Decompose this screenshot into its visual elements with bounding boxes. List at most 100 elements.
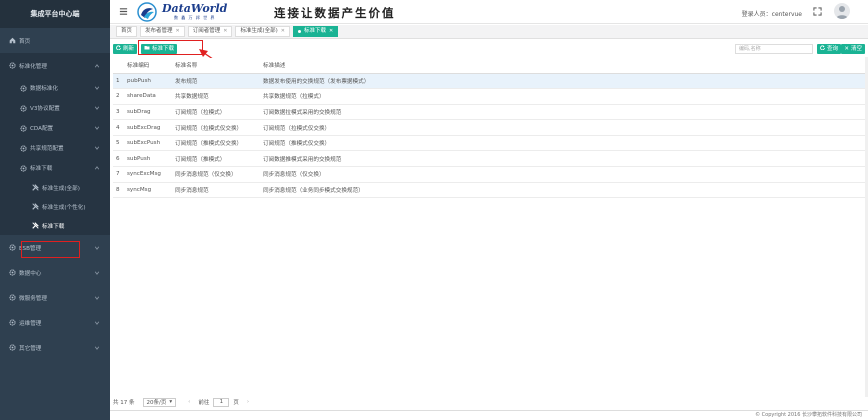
- table-row[interactable]: 1 pubPush 发布规范 数据发布使用的交换规范（发布票据模式）: [113, 73, 866, 90]
- tab-label: 发布者管理: [145, 28, 173, 34]
- sidebar-item-standardization[interactable]: 标准化管理: [0, 53, 110, 78]
- sidebar-item-data-center[interactable]: 数据中心: [0, 260, 110, 285]
- reset-label: 清空: [850, 46, 862, 52]
- table-row[interactable]: 3 subDrag 订阅规范（拉模式） 订阅数据拉模式采用的交换规范: [113, 104, 866, 121]
- standard-name: 发布规范: [175, 73, 263, 90]
- page-input[interactable]: 1: [213, 397, 230, 407]
- gear-icon: [9, 62, 16, 69]
- close-icon[interactable]: ✕: [223, 27, 227, 36]
- tab-label: 订阅者管理: [192, 28, 221, 34]
- table-row[interactable]: 5 subExcPush 订阅规范（推模式仅交换） 订阅规范（推模式仅交换）: [113, 135, 866, 152]
- sidebar-item-label: 标准下载: [30, 166, 53, 172]
- chevron-down-icon: [94, 105, 100, 113]
- sidebar-item-label: 标准下载: [42, 223, 65, 230]
- standard-name: 订阅规范（推模式仅交换）: [175, 135, 263, 152]
- sidebar-item-label: 标准生成(全部): [42, 185, 80, 192]
- tools-icon: [32, 184, 39, 191]
- sidebar-item-share-config[interactable]: 共享规范配置: [0, 138, 110, 158]
- sidebar-item-ops[interactable]: 运维管理: [0, 310, 110, 335]
- sidebar-item-generate-all[interactable]: 标准生成(全部): [0, 178, 110, 197]
- gear-icon: [20, 144, 27, 152]
- column-header: [113, 58, 125, 74]
- standard-name: 同步消息规范（仅交换）: [175, 166, 263, 183]
- sidebar-item-microservice[interactable]: 微服务管理: [0, 285, 110, 310]
- close-icon: ✕: [844, 46, 849, 52]
- gear-icon: [20, 124, 27, 132]
- sidebar-item-data-standard[interactable]: 数据标准化: [0, 78, 110, 98]
- tab-home[interactable]: 首页: [116, 26, 138, 37]
- tab-label: 首页: [121, 28, 133, 34]
- close-icon[interactable]: ✕: [281, 27, 285, 36]
- row-index: 8: [113, 182, 125, 199]
- sidebar-item-generate-custom[interactable]: 标准生成(个性化): [0, 197, 110, 216]
- sidebar-item-label: 标准化管理: [19, 63, 47, 70]
- tools-icon: [32, 222, 39, 229]
- table-row[interactable]: 4 subExcDrag 订阅规范（拉模式仅交换） 订阅规范（拉模式仅交换）: [113, 119, 866, 136]
- fullscreen-icon[interactable]: [813, 7, 822, 18]
- standard-description: 订阅数据拉模式采用的交换规范: [263, 104, 866, 121]
- tab-label: 标准下载: [303, 28, 326, 34]
- active-dot-icon: [297, 30, 301, 33]
- standards-table: 标准编码 标准名称 标准描述 1 pubPush 发布规范 数据发布使用的交换规…: [113, 58, 866, 199]
- table-header-row: 标准编码 标准名称 标准描述: [113, 58, 866, 74]
- standard-description: 同步消息规范（仅交换）: [263, 166, 866, 183]
- login-user: 登录人员：centervue: [741, 11, 802, 18]
- highlight-box: [21, 241, 80, 258]
- chevron-up-icon: [94, 165, 100, 173]
- chevron-down-icon: [94, 295, 100, 303]
- sidebar-item-home[interactable]: 首页: [0, 28, 110, 53]
- sidebar-item-standard-download-group[interactable]: 标准下载: [0, 158, 110, 178]
- menu-toggle-icon[interactable]: [119, 7, 128, 18]
- query-button[interactable]: 查询: [816, 44, 841, 54]
- sidebar-item-label: V3协议配置: [30, 106, 60, 112]
- row-index: 2: [113, 88, 125, 105]
- row-index: 5: [113, 135, 125, 152]
- column-header: 标准名称: [175, 58, 263, 74]
- sidebar-item-label: 运维管理: [19, 320, 42, 327]
- gear-icon: [9, 244, 16, 251]
- sidebar-item-cda-config[interactable]: CDA配置: [0, 118, 110, 138]
- chevron-down-icon: ▾: [169, 399, 173, 405]
- standard-description: 同步消息规范（业务同步模式交换规范）: [263, 182, 866, 199]
- prev-page-icon[interactable]: ‹: [188, 399, 190, 405]
- next-page-icon[interactable]: ›: [247, 399, 249, 405]
- close-icon[interactable]: ✕: [329, 27, 333, 36]
- refresh-button[interactable]: 刷新: [113, 44, 138, 54]
- slogan: 连接让数据产生价值: [274, 6, 396, 20]
- logo-mark-icon: [137, 2, 157, 22]
- chevron-down-icon: [94, 85, 100, 93]
- header: DataWorld 数 鑫 万 邦 世 界 连接让数据产生价值 登录人员：cen…: [110, 0, 868, 24]
- table-row[interactable]: 8 syncMsg 同步消息规范 同步消息规范（业务同步模式交换规范）: [113, 182, 866, 199]
- standard-name: 订阅规范（拉模式）: [175, 104, 263, 121]
- refresh-label: 刷新: [123, 46, 135, 52]
- row-index: 3: [113, 104, 125, 121]
- tab-generate-all[interactable]: 标准生成(全部) ✕: [235, 26, 290, 37]
- refresh-icon: [116, 44, 121, 54]
- avatar[interactable]: [834, 3, 850, 19]
- sidebar-item-v3-config[interactable]: V3协议配置: [0, 98, 110, 118]
- standard-name: 共享数据规范: [175, 88, 263, 105]
- close-icon[interactable]: ✕: [176, 27, 180, 36]
- gear-icon: [9, 269, 16, 276]
- page-size-select[interactable]: 20条/页 ▾: [142, 397, 177, 407]
- standard-code: pubPush: [125, 73, 175, 90]
- tab-subscriber[interactable]: 订阅者管理 ✕: [187, 26, 233, 37]
- sidebar-item-standard-download[interactable]: 标准下载: [0, 216, 110, 235]
- table-row[interactable]: 2 shareData 共享数据规范 共享数据规范（拉模式）: [113, 88, 866, 105]
- table-row[interactable]: 7 syncExcMsg 同步消息规范（仅交换） 同步消息规范（仅交换）: [113, 166, 866, 183]
- row-index: 1: [113, 73, 125, 90]
- footer: © Copyright 2016 长沙攀拓软件科技有限公司: [110, 410, 868, 420]
- sidebar-item-other[interactable]: 其它管理: [0, 335, 110, 360]
- gear-icon: [20, 84, 27, 92]
- reset-button[interactable]: ✕ 清空: [841, 44, 865, 54]
- tab-standard-download[interactable]: 标准下载 ✕: [292, 26, 339, 37]
- table-row[interactable]: 6 subPush 订阅规范（推模式） 订阅数据推模式采用的交换规范: [113, 150, 866, 168]
- chevron-down-icon: [94, 345, 100, 353]
- gear-icon: [9, 319, 16, 326]
- sidebar-item-label: 首页: [19, 38, 31, 45]
- search-input[interactable]: 编码,名称: [735, 44, 813, 54]
- goto-label: 前往: [198, 400, 210, 406]
- sidebar-item-label: 其它管理: [19, 345, 42, 352]
- tab-bar: 首页 发布者管理 ✕ 订阅者管理 ✕ 标准生成(全部) ✕ 标准下载 ✕: [110, 25, 868, 39]
- tab-publisher[interactable]: 发布者管理 ✕: [140, 26, 185, 37]
